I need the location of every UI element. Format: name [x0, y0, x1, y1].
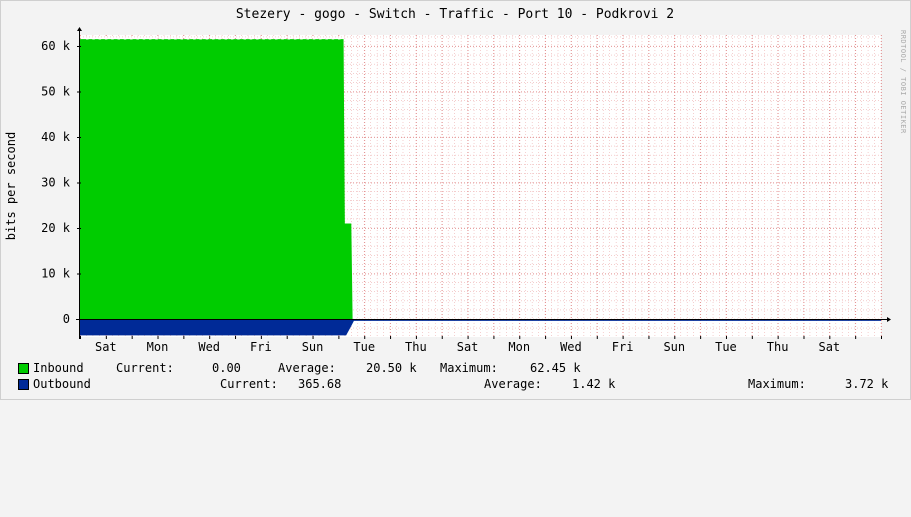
inbound-top-notch: [161, 37, 165, 40]
outbound-maximum-value: 3.72 k: [845, 377, 889, 391]
inbound-top-notch: [306, 37, 309, 40]
inbound-top-notch: [193, 37, 196, 40]
y-axis-label: bits per second: [4, 132, 18, 240]
inbound-top-notch: [237, 37, 240, 40]
y-tick-label: 50 k: [41, 85, 71, 99]
inbound-top-notch: [338, 37, 341, 40]
outbound-maximum-label: Maximum:: [748, 377, 806, 391]
outbound-swatch: [18, 379, 29, 390]
y-tick-label: 10 k: [41, 267, 71, 281]
inbound-maximum-value: 62.45 k: [530, 361, 581, 375]
inbound-top-notch: [111, 37, 114, 40]
outbound-average-label: Average:: [484, 377, 542, 391]
rrdtool-watermark: RRDTOOL / TOBI OETIKER: [899, 30, 907, 134]
legend-row-inbound: Inbound Current: 0.00 Average: 20.50 k M…: [0, 361, 911, 377]
inbound-average-label: Average:: [278, 361, 336, 375]
inbound-maximum-label: Maximum:: [440, 361, 498, 375]
x-tick-label: Mon: [147, 340, 169, 354]
inbound-top-notch: [325, 37, 328, 40]
inbound-top-notch: [230, 37, 234, 40]
inbound-top-notch: [186, 37, 190, 40]
x-tick-label: Fri: [250, 340, 272, 354]
inbound-top-notch: [331, 37, 335, 40]
inbound-top-notch: [123, 37, 127, 40]
inbound-top-notch: [167, 37, 171, 40]
y-tick-label: 40 k: [41, 130, 71, 144]
y-tick-label: 30 k: [41, 176, 71, 190]
x-tick-label: Thu: [405, 340, 427, 354]
x-tick-label: Sun: [663, 340, 685, 354]
inbound-top-notch: [275, 37, 278, 40]
y-tick-label: 20 k: [41, 221, 71, 235]
inbound-top-notch: [268, 37, 272, 40]
inbound-top-notch: [249, 37, 253, 40]
x-tick-label: Sun: [302, 340, 324, 354]
inbound-current-value: 0.00: [212, 361, 241, 375]
outbound-legend-name: Outbound: [33, 377, 91, 391]
outbound-current-value: 365.68: [298, 377, 342, 391]
inbound-top-notch: [293, 37, 297, 40]
y-tick-label: 60 k: [41, 39, 71, 53]
x-tick-label: Sat: [818, 340, 840, 354]
inbound-top-notch: [199, 37, 202, 40]
inbound-top-notch: [256, 37, 259, 40]
inbound-top-notch: [142, 37, 146, 40]
x-tick-label: Tue: [353, 340, 375, 354]
inbound-top-notch: [136, 37, 139, 40]
inbound-top-notch: [98, 37, 102, 40]
inbound-swatch: [18, 363, 29, 374]
inbound-top-notch: [300, 37, 303, 40]
inbound-top-notch: [92, 37, 95, 40]
inbound-top-notch: [174, 37, 177, 40]
inbound-top-notch: [319, 37, 322, 40]
inbound-top-notch: [180, 37, 183, 40]
inbound-top-notch: [312, 37, 316, 40]
inbound-top-notch: [287, 37, 291, 40]
inbound-top-notch: [262, 37, 265, 40]
x-tick-label: Fri: [612, 340, 634, 354]
inbound-top-notch: [218, 37, 221, 40]
inbound-top-notch: [281, 37, 284, 40]
inbound-top-notch: [117, 37, 120, 40]
x-tick-label: Sat: [95, 340, 117, 354]
inbound-legend-name: Inbound: [33, 361, 84, 375]
inbound-top-notch: [155, 37, 158, 40]
inbound-top-notch: [205, 37, 209, 40]
inbound-average-value: 20.50 k: [366, 361, 417, 375]
rrd-traffic-graph: 60 k 50 k 40 k 30 k 20 k 10 k 0 Sat Mon Wed Fri Su…: [0, 0, 911, 400]
x-tick-label: Mon: [508, 340, 530, 354]
legend-row-outbound: Outbound Current: 365.68 Average: 1.42 k…: [0, 377, 911, 393]
inbound-top-notch: [224, 37, 228, 40]
x-tick-label: Tue: [715, 340, 737, 354]
inbound-top-notch: [243, 37, 246, 40]
x-tick-label: Wed: [198, 340, 220, 354]
inbound-top-notch: [86, 37, 89, 40]
y-tick-label: 0: [63, 312, 70, 326]
x-tick-label: Wed: [560, 340, 582, 354]
inbound-top-notch: [104, 37, 108, 40]
inbound-current-label: Current:: [116, 361, 174, 375]
x-tick-label: Thu: [767, 340, 789, 354]
inbound-top-notch: [149, 37, 152, 40]
outbound-current-label: Current:: [220, 377, 278, 391]
outbound-average-value: 1.42 k: [572, 377, 616, 391]
inbound-top-notch: [130, 37, 133, 40]
traffic-chart: 60 k 50 k 40 k 30 k 20 k 10 k 0 Sat Mon Wed Fri Su…: [0, 0, 911, 400]
x-tick-label: Sat: [457, 340, 479, 354]
inbound-top-notch: [212, 37, 215, 40]
chart-title: Stezery - gogo - Switch - Traffic - Port…: [236, 7, 674, 22]
x-tick-labels: Sat Mon Wed Fri Sun Tue Thu Sat Mon Wed Fri Sun Tue T…: [95, 340, 840, 354]
